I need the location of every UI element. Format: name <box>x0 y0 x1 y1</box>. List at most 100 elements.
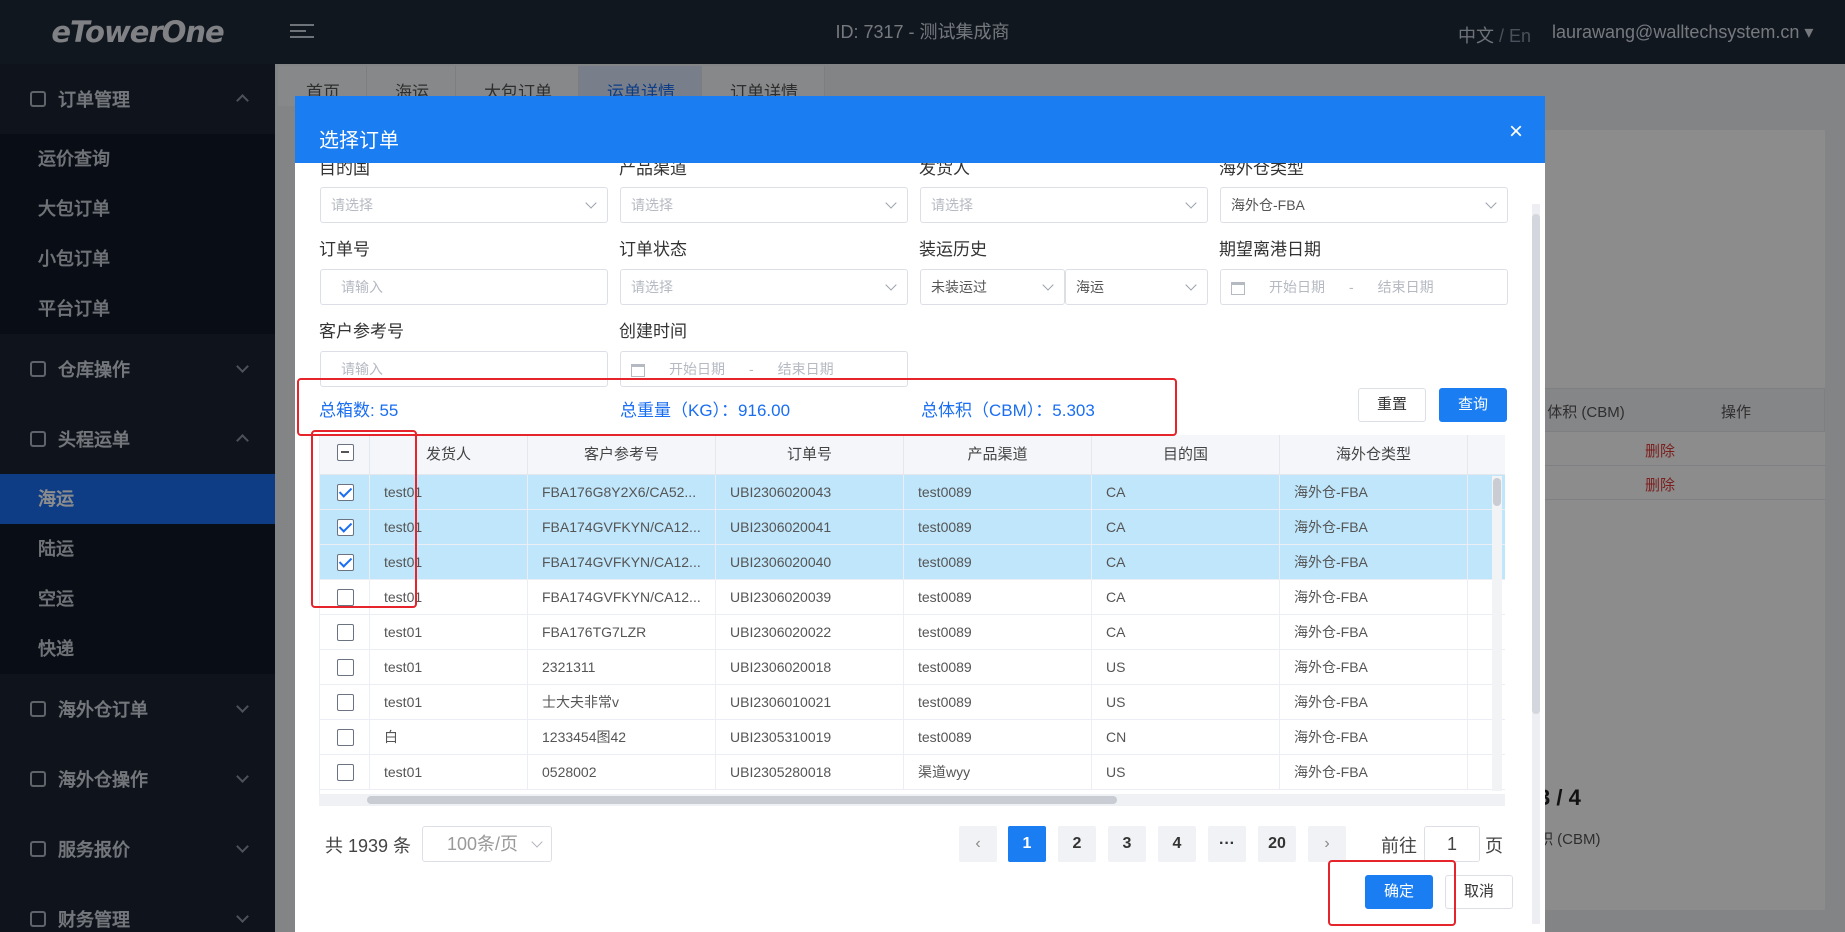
header-product-channel[interactable]: 产品渠道 <box>904 435 1092 475</box>
dialog-scrollbar[interactable] <box>1532 204 1540 924</box>
product-channel-select[interactable]: 请选择 <box>620 187 908 223</box>
cell-order-no: UBI2306010021 <box>716 685 904 720</box>
table-row[interactable]: test01 0528002 UBI2305280018 渠道wyy US 海外… <box>320 755 1505 790</box>
page-4-button[interactable]: 4 <box>1158 826 1196 862</box>
order-status-placeholder: 请选择 <box>631 279 673 295</box>
cell-order-no: UBI2306020041 <box>716 510 904 545</box>
expected-date-range[interactable]: 开始日期 - 结束日期 <box>1220 269 1508 305</box>
goto-page-input[interactable]: 1 <box>1424 826 1480 862</box>
order-status-select[interactable]: 请选择 <box>620 269 908 305</box>
row-checkbox[interactable] <box>337 589 354 606</box>
customer-ref-input[interactable]: 请输入 <box>320 351 608 387</box>
cell-customer-ref: FBA176TG7LZR <box>528 615 716 650</box>
cell-dest-country: US <box>1092 685 1280 720</box>
table-row[interactable]: test01 2321311 UBI2306020018 test0089 US… <box>320 650 1505 685</box>
query-button[interactable]: 查询 <box>1439 388 1507 422</box>
cell-warehouse-type: 海外仓-FBA <box>1280 545 1468 580</box>
dest-country-placeholder: 请选择 <box>331 197 373 213</box>
cell-shipper: test01 <box>370 615 528 650</box>
chevron-down-icon <box>885 279 897 291</box>
page-1-button[interactable]: 1 <box>1008 826 1046 862</box>
row-checkbox[interactable] <box>337 694 354 711</box>
row-select-cell <box>320 545 370 580</box>
goto-prefix: 前往 <box>1381 836 1417 856</box>
cell-dest-country: CN <box>1092 720 1280 755</box>
product-channel-placeholder: 请选择 <box>631 197 673 213</box>
prev-page-button[interactable]: ‹ <box>959 826 997 862</box>
table-horizontal-scrollbar[interactable] <box>319 794 1505 806</box>
created-end-date[interactable]: 结束日期 <box>778 361 834 377</box>
cell-dest-country: CA <box>1092 475 1280 510</box>
created-time-range[interactable]: 开始日期 - 结束日期 <box>620 351 908 387</box>
header-shipper[interactable]: 发货人 <box>370 435 528 475</box>
row-checkbox[interactable] <box>337 729 354 746</box>
row-checkbox[interactable] <box>337 659 354 676</box>
cell-product-channel: test0089 <box>904 615 1092 650</box>
page-ellipsis[interactable]: ··· <box>1208 826 1246 862</box>
cell-warehouse-type: 海外仓-FBA <box>1280 650 1468 685</box>
confirm-button[interactable]: 确定 <box>1365 875 1433 909</box>
warehouse-type-select[interactable]: 海外仓-FBA <box>1220 187 1508 223</box>
order-no-input[interactable]: 请输入 <box>320 269 608 305</box>
page-size-select[interactable]: 100条/页 <box>422 826 552 862</box>
pagination-total: 共 1939 条 <box>325 836 412 856</box>
dest-country-select[interactable]: 请选择 <box>320 187 608 223</box>
table-row[interactable]: test01 FBA174GVFKYN/CA12... UBI230602003… <box>320 580 1505 615</box>
cell-shipper: test01 <box>370 545 528 580</box>
row-select-cell <box>320 615 370 650</box>
table-row[interactable]: 白 1233454图42 UBI2305310019 test0089 CN 海… <box>320 720 1505 755</box>
table-row[interactable]: test01 FBA176TG7LZR UBI2306020022 test00… <box>320 615 1505 650</box>
cell-product-channel: test0089 <box>904 720 1092 755</box>
chevron-down-icon <box>1042 279 1054 291</box>
row-checkbox[interactable] <box>337 519 354 536</box>
cell-shipper: test01 <box>370 510 528 545</box>
row-checkbox[interactable] <box>337 554 354 571</box>
cell-warehouse-type: 海外仓-FBA <box>1280 755 1468 790</box>
header-dest-country[interactable]: 目的国 <box>1092 435 1280 475</box>
select-all-checkbox[interactable] <box>337 444 354 461</box>
cell-customer-ref: 士大夫非常v <box>528 685 716 720</box>
table-header: 发货人 客户参考号 订单号 产品渠道 目的国 海外仓类型 <box>320 435 1505 475</box>
expected-end-date[interactable]: 结束日期 <box>1378 279 1434 295</box>
select-all-cell <box>320 435 370 475</box>
date-separator: - <box>749 361 754 377</box>
goto-suffix: 页 <box>1485 836 1503 856</box>
reset-button[interactable]: 重置 <box>1358 388 1426 422</box>
page-20-button[interactable]: 20 <box>1258 826 1296 862</box>
cell-product-channel: test0089 <box>904 475 1092 510</box>
row-select-cell <box>320 475 370 510</box>
row-select-cell <box>320 580 370 615</box>
table-vertical-scrollbar[interactable] <box>1492 476 1502 791</box>
expected-start-date[interactable]: 开始日期 <box>1269 279 1325 295</box>
table-row[interactable]: test01 FBA176G8Y2X6/CA52... UBI230602004… <box>320 475 1505 510</box>
created-start-date[interactable]: 开始日期 <box>669 361 725 377</box>
row-checkbox[interactable] <box>337 764 354 781</box>
table-row[interactable]: test01 FBA174GVFKYN/CA12... UBI230602004… <box>320 545 1505 580</box>
cell-dest-country: CA <box>1092 510 1280 545</box>
row-checkbox[interactable] <box>337 484 354 501</box>
chevron-down-icon <box>1485 197 1497 209</box>
label-order-no: 订单号 <box>319 240 370 259</box>
header-order-no[interactable]: 订单号 <box>716 435 904 475</box>
cell-order-no: UBI2305310019 <box>716 720 904 755</box>
cancel-button[interactable]: 取消 <box>1445 875 1513 909</box>
table-row[interactable]: test01 FBA174GVFKYN/CA12... UBI230602004… <box>320 510 1505 545</box>
chevron-down-icon <box>531 836 543 848</box>
next-page-button[interactable]: › <box>1308 826 1346 862</box>
cell-dest-country: US <box>1092 650 1280 685</box>
cell-order-no: UBI2306020039 <box>716 580 904 615</box>
table-row[interactable]: test01 士大夫非常v UBI2306010021 test0089 US … <box>320 685 1505 720</box>
header-customer-ref[interactable]: 客户参考号 <box>528 435 716 475</box>
cell-customer-ref: FBA174GVFKYN/CA12... <box>528 580 716 615</box>
page-2-button[interactable]: 2 <box>1058 826 1096 862</box>
row-checkbox[interactable] <box>337 624 354 641</box>
shipper-select[interactable]: 请选择 <box>920 187 1208 223</box>
transport-mode-select[interactable]: 海运 <box>1065 269 1208 305</box>
page-3-button[interactable]: 3 <box>1108 826 1146 862</box>
label-load-history: 装运历史 <box>919 240 987 259</box>
header-warehouse-type[interactable]: 海外仓类型 <box>1280 435 1468 475</box>
cell-product-channel: test0089 <box>904 510 1092 545</box>
cell-order-no: UBI2306020040 <box>716 545 904 580</box>
load-history-select[interactable]: 未装运过 <box>920 269 1065 305</box>
close-button[interactable]: × <box>1509 118 1523 146</box>
